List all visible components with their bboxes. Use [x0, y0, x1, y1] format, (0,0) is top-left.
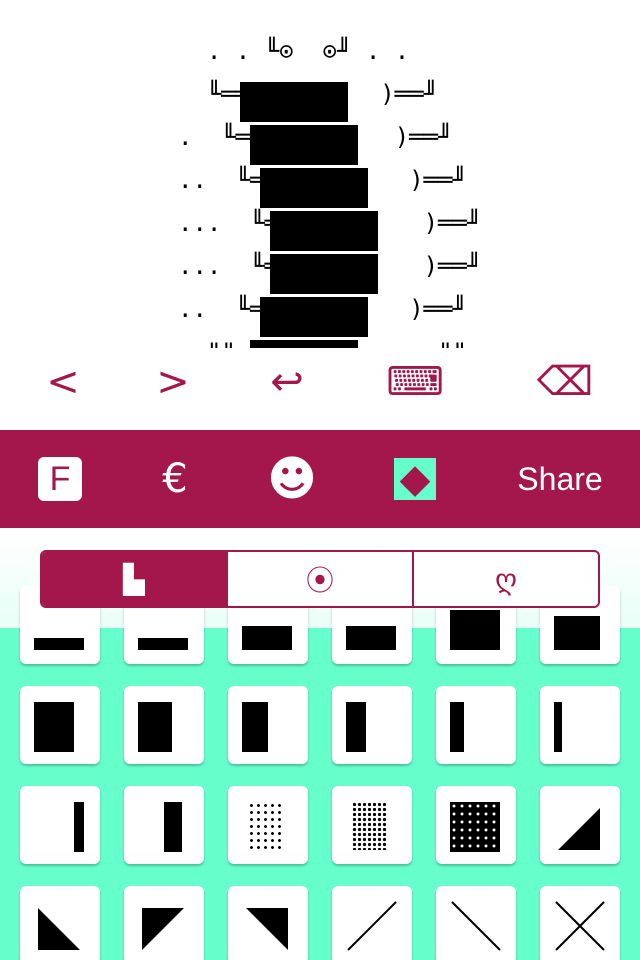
dark-shade [450, 802, 500, 852]
glyph-tile[interactable] [332, 686, 412, 764]
glyph-tile[interactable] [436, 886, 516, 960]
share-label: Share [517, 460, 603, 497]
glyph-tile[interactable] [436, 686, 516, 764]
shapes-button[interactable]: ◆ [392, 430, 438, 528]
script-button[interactable]: € [140, 430, 210, 528]
shape-icon: ◆ [394, 458, 436, 500]
segment-blocks[interactable]: ▙ [42, 552, 226, 606]
glyph-tile[interactable] [20, 886, 100, 960]
chevron-right-icon: > [156, 359, 190, 405]
script-char-icon: ღ [494, 562, 517, 596]
glyph-tile[interactable] [332, 786, 412, 864]
glyph-tile[interactable] [540, 686, 620, 764]
keyboard-icon: ⌨ [386, 359, 444, 405]
next-button[interactable]: > [128, 352, 218, 412]
bullseye-icon: ⦿ [305, 564, 334, 597]
edit-bar: < > ↩ ⌨ ⌫ [0, 352, 640, 422]
glyph-tile[interactable] [228, 686, 308, 764]
diagonal-back-icon [451, 901, 501, 951]
font-icon: F [38, 457, 82, 501]
category-segmented-control: ▙ ⦿ ღ [40, 550, 600, 608]
chevron-left-icon: < [46, 359, 80, 405]
upper-right-triangle-icon [246, 908, 288, 950]
diagonal-cross-icon [555, 901, 605, 951]
glyph-tile[interactable] [124, 686, 204, 764]
glyph-tile[interactable] [124, 786, 204, 864]
lower-left-triangle-icon [38, 908, 80, 950]
script-icon: € [162, 456, 188, 502]
art-canvas[interactable]: . . ╙⊙ ⊙╜ . . ╙══( )══╜ . ╙══( )══╜ .. ╙… [0, 0, 640, 348]
light-shade [248, 802, 284, 850]
medium-shade [352, 802, 388, 850]
lower-right-triangle-icon [558, 808, 600, 850]
prev-button[interactable]: < [18, 352, 108, 412]
segment-scripts[interactable]: ღ [412, 552, 598, 606]
return-button[interactable]: ↩ [242, 352, 332, 412]
backspace-icon: ⌫ [536, 359, 594, 405]
glyph-tile[interactable] [228, 886, 308, 960]
glyph-tile[interactable] [228, 786, 308, 864]
glyph-tile[interactable] [540, 786, 620, 864]
delete-button[interactable]: ⌫ [520, 352, 610, 412]
return-icon: ↩ [270, 359, 304, 405]
segment-symbols[interactable]: ⦿ [226, 552, 412, 606]
art-text: . . ╙⊙ ⊙╜ . . ╙══( )══╜ . ╙══( )══╜ .. ╙… [178, 37, 482, 348]
font-button[interactable]: F [30, 430, 90, 528]
upper-left-triangle-icon [142, 908, 184, 950]
glyph-tile[interactable] [540, 886, 620, 960]
glyph-tile[interactable] [436, 786, 516, 864]
glyph-tile[interactable] [20, 686, 100, 764]
glyph-tile[interactable] [124, 886, 204, 960]
glyph-tile[interactable] [332, 886, 412, 960]
share-button[interactable]: Share [500, 430, 620, 528]
glyph-tile[interactable] [20, 786, 100, 864]
emoji-button[interactable]: ☻ [262, 430, 322, 528]
diagonal-forward-icon [347, 901, 397, 951]
toolbar: F € ☻ ◆ Share [0, 430, 640, 528]
blocks-icon: ▙ [123, 562, 145, 596]
keyboard-button[interactable]: ⌨ [370, 352, 460, 412]
emoji-icon: ☻ [266, 451, 318, 507]
